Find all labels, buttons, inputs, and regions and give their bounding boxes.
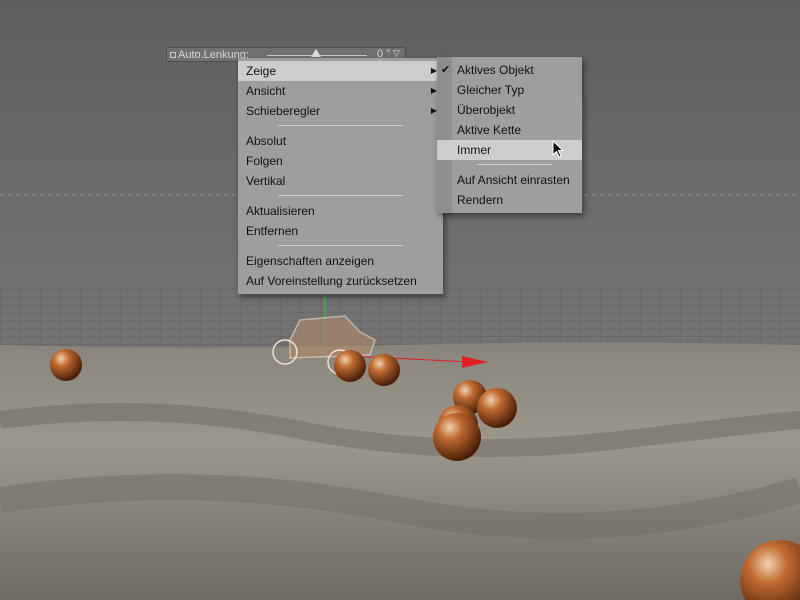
menu-label: Aktives Objekt (457, 63, 534, 77)
menu-item-eigenschaften-anzeigen[interactable]: Eigenschaften anzeigen (238, 251, 443, 271)
menu-separator (238, 121, 443, 131)
menu-item-schieberegler[interactable]: Schieberegler ▶ (238, 101, 443, 121)
zeige-submenu: ✔ Aktives Objekt Gleicher Typ Überobjekt … (437, 57, 582, 213)
menu-label: Zeige (246, 64, 277, 78)
slider-thumb[interactable] (311, 49, 321, 57)
checkbox-icon[interactable] (170, 51, 176, 58)
menu-item-zeige[interactable]: Zeige ▶ (238, 61, 443, 81)
submenu-item-ueberobjekt[interactable]: Überobjekt (437, 100, 582, 120)
sand-terrain (0, 342, 800, 600)
menu-item-aktualisieren[interactable]: Aktualisieren (238, 201, 443, 221)
menu-separator (238, 191, 443, 201)
mouse-pointer-icon (552, 140, 565, 158)
menu-item-entfernen[interactable]: Entfernen (238, 221, 443, 241)
menu-item-absolut[interactable]: Absolut (238, 131, 443, 151)
context-menu: Zeige ▶ Ansicht ▶ Schieberegler ▶ Absolut F… (238, 58, 443, 294)
submenu-item-rendern[interactable]: Rendern (437, 190, 582, 210)
menu-separator (238, 241, 443, 251)
menu-item-folgen[interactable]: Folgen (238, 151, 443, 171)
submenu-item-gleicher-typ[interactable]: Gleicher Typ (437, 80, 582, 100)
submenu-item-auf-ansicht-einrasten[interactable]: Auf Ansicht einrasten (437, 170, 582, 190)
checkmark-icon: ✔ (441, 64, 451, 76)
submenu-item-aktives-objekt[interactable]: ✔ Aktives Objekt (437, 60, 582, 80)
submenu-item-aktive-kette[interactable]: Aktive Kette (437, 120, 582, 140)
menu-item-vertikal[interactable]: Vertikal (238, 171, 443, 191)
menu-label: Schieberegler (246, 104, 321, 118)
menu-item-ansicht[interactable]: Ansicht ▶ (238, 81, 443, 101)
menu-label: Ansicht (246, 84, 286, 98)
menu-separator (437, 160, 582, 170)
menu-item-voreinstellung-zuruecksetzen[interactable]: Auf Voreinstellung zurücksetzen (238, 271, 443, 291)
